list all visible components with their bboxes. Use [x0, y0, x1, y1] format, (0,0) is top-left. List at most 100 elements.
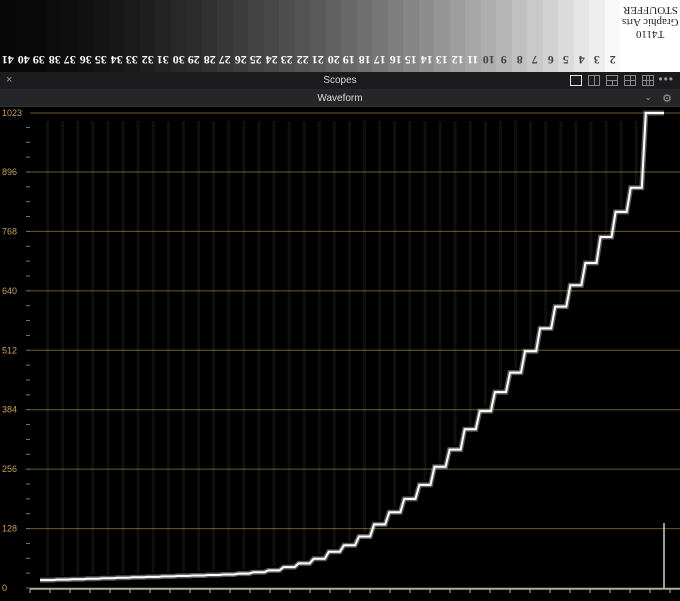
wedge-patch: 15	[403, 0, 419, 72]
wedge-step-number: 23	[280, 53, 293, 67]
wedge-patch: 40	[15, 0, 31, 72]
wedge-step-number: 9	[500, 53, 507, 67]
y-tick-label: 384	[2, 405, 17, 415]
wedge-patch: 31	[155, 0, 171, 72]
wedge-patch: 22	[294, 0, 310, 72]
wedge-patch: 13	[434, 0, 450, 72]
wedge-patch: 34	[108, 0, 124, 72]
wedge-patch: 18	[356, 0, 372, 72]
wedge-patch: 3	[589, 0, 605, 72]
more-options-icon[interactable]: •••	[658, 72, 674, 86]
wedge-step-number: 8	[516, 53, 523, 67]
wedge-step-number: 22	[296, 53, 309, 67]
wedge-step-number: 11	[467, 53, 479, 67]
wedge-step-number: 21	[311, 53, 324, 67]
wedge-step-number: 35	[94, 53, 107, 67]
wedge-step-number: 14	[420, 53, 433, 67]
dual-layout-icon[interactable]	[588, 75, 600, 86]
wedge-step-number: 16	[389, 53, 402, 67]
waveform-trace	[40, 112, 664, 582]
wedge-step-number: 28	[203, 53, 216, 67]
wedge-patch: 35	[93, 0, 109, 72]
layout-switcher	[570, 75, 654, 86]
wedge-patch: 30	[170, 0, 186, 72]
waveform-chart: 0 128 256 384 512 640 768 896 1023	[2, 108, 680, 593]
wedge-patch: 37	[62, 0, 78, 72]
wedge-patch: 38	[46, 0, 62, 72]
triple-layout-icon[interactable]	[606, 75, 618, 86]
quad-layout-icon[interactable]	[624, 75, 636, 86]
wedge-patch: 14	[418, 0, 434, 72]
wedge-patch: 5	[558, 0, 574, 72]
wedge-patch: 23	[279, 0, 295, 72]
wedge-step-number: 19	[342, 53, 355, 67]
wedge-step-number: 38	[48, 53, 61, 67]
y-tick-label: 768	[2, 226, 17, 236]
wedge-step-number: 15	[404, 53, 417, 67]
wedge-step-number: 6	[547, 53, 554, 67]
wedge-step-number: 39	[32, 53, 45, 67]
wedge-step-number: 18	[358, 53, 371, 67]
wedge-patch: 24	[263, 0, 279, 72]
wedge-patch: 27	[217, 0, 233, 72]
wedge-patch: 4	[573, 0, 589, 72]
wedge-patch: 7	[527, 0, 543, 72]
y-tick-label: 0	[2, 583, 7, 593]
wedge-step-number: 41	[1, 53, 14, 67]
y-tick-label: 1023	[2, 108, 22, 118]
wedge-step-number: 10	[482, 53, 495, 67]
wedge-step-number: 3	[593, 53, 600, 67]
wedge-step-number: 33	[125, 53, 138, 67]
wedge-patch: 17	[372, 0, 388, 72]
step-wedge-strip: 41 40 39 38 37 36 35 34 33 32 31 30 29 28 27 26 25 24 23 22…	[0, 0, 620, 72]
wedge-patch: 12	[449, 0, 465, 72]
wedge-step-number: 27	[218, 53, 231, 67]
wedge-step-number: 5	[562, 53, 569, 67]
scope-type-bar: Waveform ⌄ ⚙	[0, 90, 680, 107]
y-tick-label: 128	[2, 524, 17, 534]
wedge-patch: 29	[186, 0, 202, 72]
settings-icon[interactable]: ⚙	[662, 92, 672, 105]
wedge-step-number: 26	[234, 53, 247, 67]
wedge-step-number: 34	[110, 53, 123, 67]
wedge-patch: 36	[77, 0, 93, 72]
wedge-patch: 25	[248, 0, 264, 72]
grid-layout-icon[interactable]	[642, 75, 654, 86]
wedge-patch: 41	[0, 0, 16, 72]
single-layout-icon[interactable]	[570, 75, 582, 86]
waveform-glow	[40, 110, 664, 583]
wedge-step-number: 29	[187, 53, 200, 67]
y-tick-label: 896	[2, 167, 17, 177]
wedge-patch: 6	[542, 0, 558, 72]
wedge-patch: 28	[201, 0, 217, 72]
wedge-step-number: 2	[609, 53, 616, 67]
wedge-step-number: 36	[79, 53, 92, 67]
wedge-patch: 26	[232, 0, 248, 72]
wedge-step-number: 32	[141, 53, 154, 67]
wedge-patch: 11	[465, 0, 481, 72]
wedge-step-number: 4	[578, 53, 585, 67]
wedge-step-number: 30	[172, 53, 185, 67]
wedge-step-number: 17	[373, 53, 386, 67]
y-tick-label: 256	[2, 464, 17, 474]
wedge-patch: 9	[496, 0, 512, 72]
wedge-patch: 21	[310, 0, 326, 72]
wedge-step-number: 12	[451, 53, 464, 67]
brand-line-3: T4110	[635, 28, 665, 40]
y-tick-label: 512	[2, 345, 17, 355]
wedge-patch: 33	[124, 0, 140, 72]
wedge-step-number: 7	[531, 53, 538, 67]
wedge-step-number: 31	[156, 53, 169, 67]
scope-type-dropdown[interactable]: Waveform	[0, 93, 680, 104]
wedge-step-number: 20	[327, 53, 340, 67]
wedge-step-number: 37	[63, 53, 76, 67]
wedge-step-number: 24	[265, 53, 278, 67]
wedge-patch: 8	[511, 0, 527, 72]
wedge-patch: 2	[604, 0, 620, 72]
step-wedge-brand-label: STOUFFER Graphic Arts T4110	[620, 0, 680, 72]
scopes-panel-header: × Scopes •••	[0, 72, 680, 90]
brand-line-1: STOUFFER	[622, 4, 678, 16]
wedge-patch: 20	[325, 0, 341, 72]
wedge-patch: 10	[480, 0, 496, 72]
chevron-down-icon[interactable]: ⌄	[644, 92, 652, 103]
